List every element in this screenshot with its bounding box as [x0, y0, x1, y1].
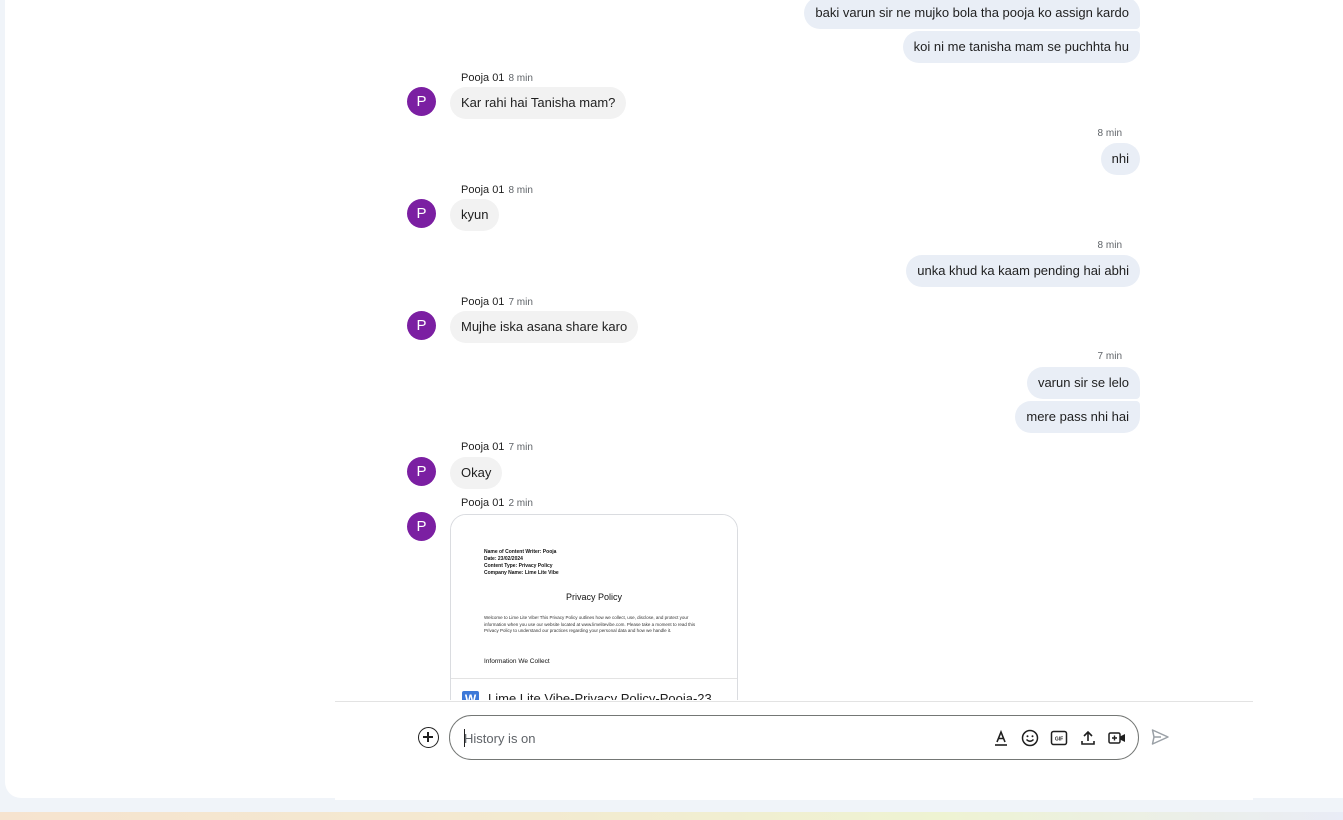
sender-name: Pooja 01 — [461, 497, 505, 509]
outgoing-message[interactable]: varun sir se lelo — [1026, 367, 1140, 399]
message-text: kyun — [461, 207, 489, 222]
message-text: Mujhe iska asana share karo — [461, 319, 628, 334]
message-time: 7 min — [508, 442, 533, 453]
sender-name: Pooja 01 — [461, 441, 505, 453]
message-text: Kar rahi hai Tanisha mam? — [461, 95, 616, 110]
avatar[interactable]: P — [407, 87, 436, 116]
message-text: baki varun sir ne mujko bola tha pooja k… — [815, 5, 1129, 20]
avatar[interactable]: P — [407, 457, 436, 486]
video-call-icon[interactable] — [1107, 728, 1127, 748]
document-body: Welcome to Lime Lite Vibe! This Privacy … — [484, 615, 696, 633]
message-text: koi ni me tanisha mam se puchhta hu — [913, 39, 1129, 54]
sender-header: Pooja 01 2 min — [461, 497, 533, 509]
sender-header: Pooja 01 8 min — [461, 184, 533, 196]
message-input[interactable] — [464, 728, 964, 748]
sender-header: Pooja 01 7 min — [461, 296, 533, 308]
sender-name: Pooja 01 — [461, 296, 505, 308]
add-attachment-button[interactable] — [418, 727, 439, 748]
message-time: 2 min — [508, 498, 533, 509]
document-title: Privacy Policy — [565, 592, 622, 602]
message-time: 7 min — [1097, 351, 1122, 362]
message-text: mere pass nhi hai — [1026, 409, 1129, 424]
meta-line: Company Name: Lime Lite Vibe — [484, 570, 559, 576]
avatar[interactable]: P — [407, 199, 436, 228]
send-icon[interactable] — [1150, 727, 1170, 747]
message-text: unka khud ka kaam pending hai abhi — [917, 263, 1129, 278]
outgoing-message[interactable]: baki varun sir ne mujko bola tha pooja k… — [804, 0, 1140, 29]
emoji-icon[interactable] — [1020, 728, 1040, 748]
message-composer[interactable]: GIF — [449, 715, 1139, 760]
bottom-gradient-strip — [0, 812, 1343, 820]
outgoing-message[interactable]: koi ni me tanisha mam se puchhta hu — [902, 31, 1140, 63]
document-section-heading: Information We Collect — [484, 658, 550, 665]
sender-name: Pooja 01 — [461, 184, 505, 196]
gif-icon[interactable]: GIF — [1049, 728, 1069, 748]
svg-text:GIF: GIF — [1055, 736, 1063, 742]
meta-line: Content Type: Privacy Policy — [484, 563, 553, 569]
sender-name: Pooja 01 — [461, 72, 505, 84]
meta-line: Name of Content Writer: Pooja — [484, 549, 557, 555]
sender-header: Pooja 01 8 min — [461, 72, 533, 84]
message-time: 8 min — [508, 185, 533, 196]
avatar[interactable]: P — [407, 311, 436, 340]
incoming-message[interactable]: Kar rahi hai Tanisha mam? — [450, 87, 627, 119]
upload-icon[interactable] — [1078, 728, 1098, 748]
message-time: 8 min — [1097, 240, 1122, 251]
message-time: 7 min — [508, 297, 533, 308]
outgoing-message[interactable]: nhi — [1100, 143, 1140, 175]
message-text: Okay — [461, 465, 492, 480]
file-attachment-card[interactable]: Name of Content Writer: Pooja Date: 23/0… — [450, 514, 738, 714]
outgoing-message[interactable]: mere pass nhi hai — [1015, 401, 1140, 433]
message-text: varun sir se lelo — [1037, 375, 1129, 390]
composer-divider — [335, 701, 1253, 702]
avatar[interactable]: P — [407, 512, 436, 541]
incoming-message[interactable]: Mujhe iska asana share karo — [450, 311, 639, 343]
incoming-message[interactable]: Okay — [450, 457, 503, 489]
meta-line: Date: 23/02/2024 — [484, 556, 523, 562]
message-time: 8 min — [508, 73, 533, 84]
text-cursor — [464, 729, 465, 747]
message-text: nhi — [1111, 151, 1129, 166]
document-preview[interactable]: Name of Content Writer: Pooja Date: 23/0… — [451, 515, 737, 678]
format-text-icon[interactable] — [991, 728, 1011, 748]
outgoing-message[interactable]: unka khud ka kaam pending hai abhi — [906, 255, 1140, 287]
sender-header: Pooja 01 7 min — [461, 441, 533, 453]
message-time: 8 min — [1097, 128, 1122, 139]
incoming-message[interactable]: kyun — [450, 199, 500, 231]
document-meta: Name of Content Writer: Pooja Date: 23/0… — [484, 549, 559, 577]
